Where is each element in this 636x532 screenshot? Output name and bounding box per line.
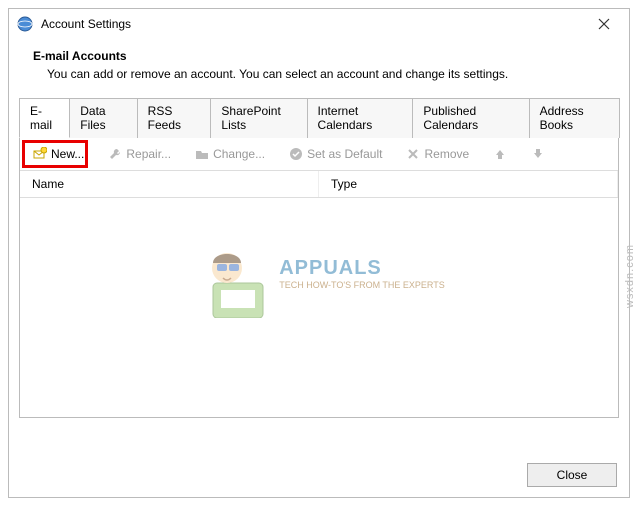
check-circle-icon xyxy=(289,147,303,161)
toolbar: New... Repair... Change... Set as Defaul… xyxy=(20,138,618,171)
change-label: Change... xyxy=(213,147,265,161)
header-section: E-mail Accounts You can add or remove an… xyxy=(9,39,629,97)
wrench-icon xyxy=(108,147,122,161)
app-icon xyxy=(17,16,33,32)
remove-button: Remove xyxy=(399,144,476,164)
mail-new-icon xyxy=(33,147,47,161)
close-dialog-button[interactable]: Close xyxy=(527,463,617,487)
set-default-button: Set as Default xyxy=(282,144,389,164)
source-watermark: wsxdn.com xyxy=(624,244,636,308)
new-button[interactable]: New... xyxy=(26,144,91,164)
move-down-button xyxy=(524,144,552,164)
close-button[interactable] xyxy=(589,14,619,34)
header-title: E-mail Accounts xyxy=(33,49,605,63)
header-subtitle: You can add or remove an account. You ca… xyxy=(33,67,605,81)
tab-label: E-mail xyxy=(30,104,52,132)
tab-published-calendars[interactable]: Published Calendars xyxy=(412,98,529,138)
titlebar: Account Settings xyxy=(9,9,629,39)
column-type[interactable]: Type xyxy=(319,171,618,197)
dialog-window: Account Settings E-mail Accounts You can… xyxy=(8,8,630,498)
watermark: APPUALS TECH HOW-TO'S FROM THE EXPERTS xyxy=(20,228,618,318)
watermark-brand: APPUALS xyxy=(279,257,445,280)
tab-email[interactable]: E-mail xyxy=(19,98,70,138)
tab-strip: E-mail Data Files RSS Feeds SharePoint L… xyxy=(19,97,619,138)
folder-settings-icon xyxy=(195,147,209,161)
tab-data-files[interactable]: Data Files xyxy=(69,98,137,138)
tab-address-books[interactable]: Address Books xyxy=(529,98,620,138)
watermark-tagline: TECH HOW-TO'S FROM THE EXPERTS xyxy=(279,280,445,290)
repair-button: Repair... xyxy=(101,144,178,164)
window-title: Account Settings xyxy=(41,17,589,31)
remove-label: Remove xyxy=(424,147,469,161)
tab-label: RSS Feeds xyxy=(148,104,181,132)
account-list[interactable]: APPUALS TECH HOW-TO'S FROM THE EXPERTS xyxy=(20,198,618,398)
tab-rss-feeds[interactable]: RSS Feeds xyxy=(137,98,212,138)
tab-sharepoint-lists[interactable]: SharePoint Lists xyxy=(210,98,307,138)
close-label: Close xyxy=(557,468,588,482)
tab-label: Internet Calendars xyxy=(318,104,373,132)
change-button: Change... xyxy=(188,144,272,164)
dialog-buttons: Close xyxy=(527,463,617,487)
tab-internet-calendars[interactable]: Internet Calendars xyxy=(307,98,414,138)
tab-body-email: New... Repair... Change... Set as Defaul… xyxy=(19,138,619,418)
list-header: Name Type xyxy=(20,171,618,198)
watermark-character-icon xyxy=(193,228,273,318)
tab-label: Address Books xyxy=(540,104,584,132)
set-default-label: Set as Default xyxy=(307,147,382,161)
new-label: New... xyxy=(51,147,84,161)
tab-label: SharePoint Lists xyxy=(221,104,280,132)
repair-label: Repair... xyxy=(126,147,171,161)
column-name[interactable]: Name xyxy=(20,171,319,197)
move-up-button xyxy=(486,144,514,164)
arrow-down-icon xyxy=(531,147,545,161)
tab-label: Published Calendars xyxy=(423,104,478,132)
arrow-up-icon xyxy=(493,147,507,161)
tab-label: Data Files xyxy=(80,104,105,132)
remove-x-icon xyxy=(406,147,420,161)
